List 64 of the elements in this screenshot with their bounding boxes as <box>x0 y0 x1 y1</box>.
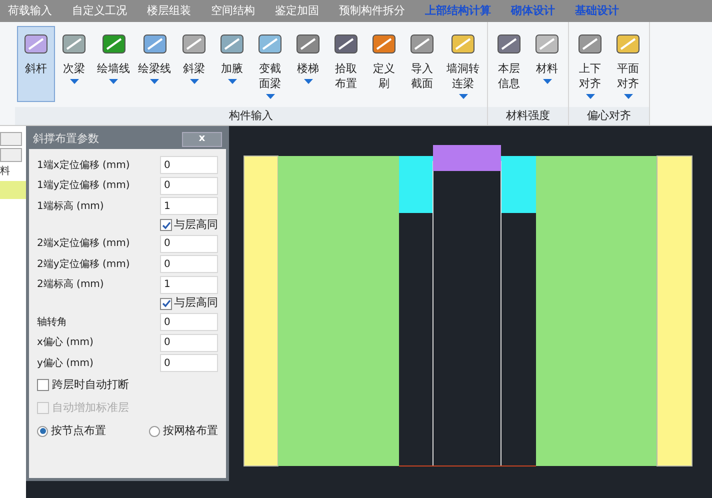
checkbox[interactable] <box>37 379 49 391</box>
input-field[interactable]: 1 <box>160 276 218 294</box>
caret-icon <box>109 79 118 84</box>
field-label: 1端x定位偏移 (mm) <box>37 158 130 173</box>
radio-label: 按网格布置 <box>163 422 218 439</box>
input-field[interactable]: 1 <box>160 197 218 216</box>
field-label: 1端标高 (mm) <box>37 200 104 214</box>
field-label: y偏心 (mm) <box>37 356 94 371</box>
radio-button[interactable] <box>37 426 48 436</box>
ribbon-button[interactable]: 绘梁线 <box>134 26 175 102</box>
caret-icon <box>586 94 594 99</box>
ribbon-button[interactable]: 变截面梁 <box>251 26 289 102</box>
ribbon-button[interactable]: 上下对齐 <box>571 26 609 102</box>
ribbon-button[interactable]: 本层信息 <box>490 26 528 102</box>
input-field[interactable]: 0 <box>160 176 218 195</box>
checkbox-label: 跨层时自动打断 <box>52 376 129 393</box>
ribbon-button[interactable]: 斜杆 <box>17 26 55 102</box>
radio-button[interactable] <box>149 426 160 436</box>
ribbon-button[interactable]: 导入截面 <box>403 26 441 102</box>
caret-icon <box>150 79 159 84</box>
dialog-title: 斜撑布置参数 <box>33 130 99 147</box>
caret-icon <box>228 79 236 84</box>
caret-icon <box>304 79 312 84</box>
field-label: x偏心 (mm) <box>37 336 94 350</box>
group-title: 偏心对齐 <box>569 107 649 125</box>
group-title: 材料强度 <box>488 107 568 125</box>
caret-icon <box>624 94 632 99</box>
ribbon-button[interactable]: 材料 <box>528 26 566 102</box>
ribbon-button[interactable]: 加腋 <box>213 26 251 102</box>
caret-icon <box>266 94 274 99</box>
panel-tab[interactable] <box>0 148 22 162</box>
input-field[interactable]: 0 <box>160 255 218 274</box>
caret-icon <box>70 79 78 84</box>
caret-icon <box>190 79 198 84</box>
ribbon-button[interactable]: 定义刷 <box>365 26 403 102</box>
ribbon-button[interactable]: 楼梯 <box>289 26 327 102</box>
field-label: 1端y定位偏移 (mm) <box>37 178 130 194</box>
panel-tab[interactable] <box>0 132 22 146</box>
input-field[interactable]: 0 <box>160 156 218 174</box>
input-field[interactable]: 0 <box>160 354 218 372</box>
checkbox-label: 与层高同 <box>174 295 218 312</box>
ribbon-button[interactable]: 绘墙线 <box>93 26 134 102</box>
ribbon-button[interactable]: 墙洞转连梁 <box>441 26 485 102</box>
input-field[interactable]: 0 <box>160 313 218 332</box>
input-field[interactable]: 0 <box>160 234 218 253</box>
ribbon-button[interactable]: 次梁 <box>55 26 93 102</box>
caret-icon <box>458 94 468 99</box>
ribbon-button[interactable]: 平面对齐 <box>609 26 647 102</box>
field-label: 2端x定位偏移 (mm) <box>37 236 130 252</box>
radio-label: 按节点布置 <box>51 422 106 439</box>
caret-icon <box>542 79 552 84</box>
field-label: 2端y定位偏移 (mm) <box>37 258 130 272</box>
panel-label: 料 <box>0 164 11 179</box>
input-field[interactable]: 0 <box>160 334 218 352</box>
field-label: 轴转角 <box>37 316 67 330</box>
checkbox[interactable] <box>160 219 172 231</box>
highlighted-row <box>0 181 26 199</box>
ribbon-button[interactable]: 拾取布置 <box>327 26 365 102</box>
checkbox-label: 自动增加标准层 <box>52 400 129 416</box>
field-label: 2端标高 (mm) <box>37 278 104 292</box>
group-title: 构件输入 <box>15 107 487 125</box>
ribbon-button[interactable]: 斜梁 <box>175 26 213 102</box>
checkbox-label: 与层高同 <box>174 216 218 233</box>
checkbox[interactable] <box>160 298 172 310</box>
